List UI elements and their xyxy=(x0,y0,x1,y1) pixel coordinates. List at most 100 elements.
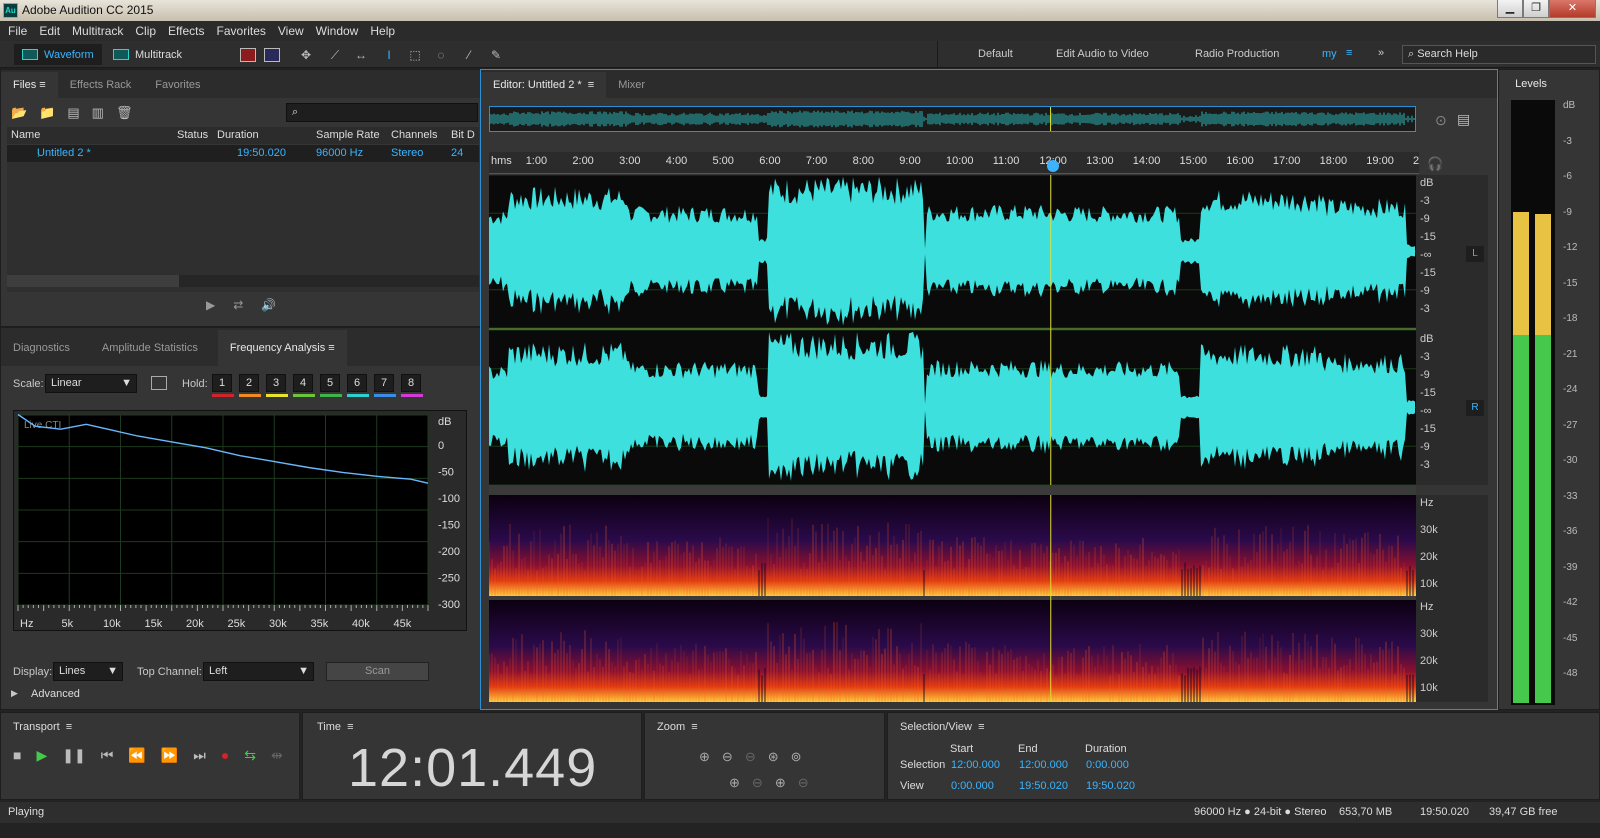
workspace-radio-production[interactable]: Radio Production xyxy=(1195,48,1279,60)
col-status[interactable]: Status xyxy=(177,127,217,144)
workspace-my[interactable]: my xyxy=(1322,48,1337,60)
tab-mixer[interactable]: Mixer xyxy=(606,72,657,98)
zoom-in-time-icon[interactable]: ⊖ xyxy=(745,749,756,765)
table-row[interactable]: Untitled 2 * 19:50.020 96000 Hz Stereo 2… xyxy=(7,145,479,162)
hold-button-2[interactable]: 2 xyxy=(239,374,261,397)
brush-tool-icon[interactable]: ⁄ xyxy=(461,48,477,62)
menu-favorites[interactable]: Favorites xyxy=(217,24,266,38)
selection-end-field[interactable]: 12:00.000 xyxy=(1019,759,1068,771)
play-preview-icon[interactable]: ▶ xyxy=(206,298,215,312)
menu-view[interactable]: View xyxy=(278,24,304,38)
levels-tab[interactable]: Levels xyxy=(1503,70,1559,98)
pause-icon[interactable]: ❚❚ xyxy=(62,747,85,764)
hold-button-8[interactable]: 8 xyxy=(401,374,423,397)
advanced-label[interactable]: Advanced xyxy=(31,688,80,700)
close-button[interactable]: ✕ xyxy=(1549,0,1596,18)
open-file-icon[interactable]: 📂 xyxy=(11,105,27,121)
selection-start-field[interactable]: 12:00.000 xyxy=(951,759,1000,771)
zoom-in-right-icon[interactable]: ⊕ xyxy=(775,775,786,791)
time-selection-tool-icon[interactable]: I xyxy=(381,48,397,62)
menu-window[interactable]: Window xyxy=(316,24,359,38)
view-start-field[interactable]: 0:00.000 xyxy=(951,780,994,792)
fast-forward-icon[interactable]: ⏩ xyxy=(161,747,178,764)
autoplay-icon[interactable]: 🔊 xyxy=(261,298,276,312)
hold-button-1[interactable]: 1 xyxy=(212,374,234,397)
col-bit-depth[interactable]: Bit D xyxy=(451,127,479,144)
loop-preview-icon[interactable]: ⇄ xyxy=(233,298,243,312)
zoom-in-left-icon[interactable]: ⊕ xyxy=(729,775,740,791)
spectral-pitch-icon[interactable] xyxy=(264,48,280,62)
record-icon[interactable]: ● xyxy=(221,747,229,764)
col-sample-rate[interactable]: Sample Rate xyxy=(316,127,391,144)
waveform-view-button[interactable]: Waveform xyxy=(14,44,102,65)
hold-button-6[interactable]: 6 xyxy=(347,374,369,397)
hold-button-5[interactable]: 5 xyxy=(320,374,342,397)
col-duration[interactable]: Duration xyxy=(217,127,316,144)
scan-button[interactable]: Scan xyxy=(326,662,429,681)
zoom-out-amplitude-icon[interactable]: ⊖ xyxy=(722,749,733,765)
spectral-frequency-icon[interactable] xyxy=(240,48,256,62)
view-duration-field[interactable]: 19:50.020 xyxy=(1086,780,1135,792)
view-end-field[interactable]: 19:50.020 xyxy=(1019,780,1068,792)
delete-icon[interactable]: 🗑 xyxy=(116,105,133,121)
maximize-button[interactable]: ❐ xyxy=(1523,0,1549,18)
hold-button-4[interactable]: 4 xyxy=(293,374,315,397)
selection-duration-field[interactable]: 0:00.000 xyxy=(1086,759,1129,771)
skip-selection-icon[interactable]: ⇹ xyxy=(271,747,283,764)
overview-bar[interactable] xyxy=(489,106,1416,132)
move-tool-icon[interactable]: ✥ xyxy=(298,48,314,62)
stop-icon[interactable]: ■ xyxy=(13,747,21,764)
spectral-area[interactable] xyxy=(488,495,1416,702)
workspace-edit-audio-to-video[interactable]: Edit Audio to Video xyxy=(1056,48,1149,60)
workspace-overflow-icon[interactable]: » xyxy=(1378,47,1384,59)
menu-file[interactable]: File xyxy=(8,24,27,38)
tab-files[interactable]: Files ≡ xyxy=(1,72,58,98)
marquee-tool-icon[interactable]: ⬚ xyxy=(407,48,423,62)
spot-healing-tool-icon[interactable]: ✎ xyxy=(488,48,504,62)
search-help-input[interactable]: ⌕ Search Help xyxy=(1402,45,1596,64)
workspace-menu-icon[interactable]: ≡ xyxy=(1346,47,1352,59)
tab-effects-rack[interactable]: Effects Rack xyxy=(58,72,144,98)
waveform-area[interactable] xyxy=(489,174,1416,486)
playhead-handle[interactable] xyxy=(1046,160,1059,172)
channel-l-button[interactable]: L xyxy=(1466,246,1484,262)
hold-button-3[interactable]: 3 xyxy=(266,374,288,397)
slip-tool-icon[interactable]: ↔ xyxy=(353,48,369,62)
minimize-button[interactable]: ▁ xyxy=(1497,0,1523,18)
previous-icon[interactable]: ⏮ xyxy=(101,747,114,764)
new-file-icon[interactable]: ▤ xyxy=(67,105,79,121)
zoom-out-icon[interactable]: ⊙ xyxy=(1435,112,1447,129)
menu-help[interactable]: Help xyxy=(370,24,395,38)
workspace-default[interactable]: Default xyxy=(978,48,1013,60)
next-icon[interactable]: ⏭ xyxy=(193,747,206,764)
top-channel-dropdown[interactable]: Left ▼ xyxy=(203,662,314,681)
zoom-out-right-icon[interactable]: ⊖ xyxy=(798,775,809,791)
loop-icon[interactable]: ⇆ xyxy=(244,747,256,764)
rewind-icon[interactable]: ⏪ xyxy=(128,747,145,764)
disclosure-triangle-icon[interactable]: ▶ xyxy=(11,688,18,699)
lasso-tool-icon[interactable]: ◌ xyxy=(433,48,449,62)
tab-frequency-analysis[interactable]: Frequency Analysis ≡ xyxy=(217,330,347,366)
menu-clip[interactable]: Clip xyxy=(135,24,156,38)
zoom-out-left-icon[interactable]: ⊖ xyxy=(752,775,763,791)
zoom-selection-icon[interactable]: ⊚ xyxy=(791,749,802,765)
hold-button-7[interactable]: 7 xyxy=(374,374,396,397)
channel-r-button[interactable]: R xyxy=(1466,400,1484,416)
panel-menu-icon[interactable]: ▤ xyxy=(1457,111,1470,128)
display-dropdown[interactable]: Lines ▼ xyxy=(53,662,123,681)
headphones-icon[interactable]: 🎧 xyxy=(1427,156,1443,172)
tab-editor[interactable]: Editor: Untitled 2 * ≡ xyxy=(481,72,607,98)
log-scale-icon[interactable] xyxy=(151,376,167,390)
menu-effects[interactable]: Effects xyxy=(168,24,204,38)
insert-icon[interactable]: ▥ xyxy=(92,105,104,121)
menu-multitrack[interactable]: Multitrack xyxy=(72,24,123,38)
import-file-icon[interactable]: 📁 xyxy=(39,105,55,121)
col-channels[interactable]: Channels xyxy=(391,127,451,144)
files-search-input[interactable]: ⌕ xyxy=(286,103,478,122)
tab-favorites[interactable]: Favorites xyxy=(143,72,212,98)
col-name[interactable]: Name xyxy=(7,127,177,144)
time-ruler[interactable]: hms 1:00 2:00 3:00 4:00 5:00 6:00 7:00 8:00 9:00 1… xyxy=(489,152,1419,174)
scale-dropdown[interactable]: Linear ▼ xyxy=(45,374,137,393)
tab-diagnostics[interactable]: Diagnostics xyxy=(1,330,82,366)
menu-edit[interactable]: Edit xyxy=(39,24,60,38)
